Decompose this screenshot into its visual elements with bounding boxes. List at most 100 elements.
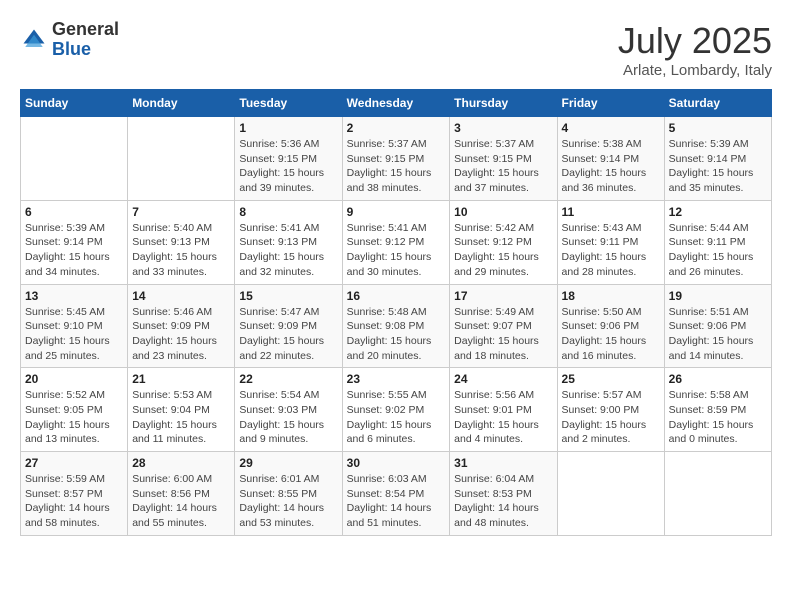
day-number: 12 xyxy=(669,205,767,219)
day-detail: Sunrise: 5:39 AM Sunset: 9:14 PM Dayligh… xyxy=(25,221,123,280)
day-detail: Sunrise: 5:42 AM Sunset: 9:12 PM Dayligh… xyxy=(454,221,552,280)
calendar-day-cell: 30 Sunrise: 6:03 AM Sunset: 8:54 PM Dayli… xyxy=(342,452,450,536)
day-number: 26 xyxy=(669,372,767,386)
calendar-day-cell: 29 Sunrise: 6:01 AM Sunset: 8:55 PM Dayli… xyxy=(235,452,342,536)
day-detail: Sunrise: 5:36 AM Sunset: 9:15 PM Dayligh… xyxy=(239,137,337,196)
day-number: 5 xyxy=(669,121,767,135)
day-number: 30 xyxy=(347,456,446,470)
calendar-day-cell: 11 Sunrise: 5:43 AM Sunset: 9:11 PM Dayli… xyxy=(557,200,664,284)
day-detail: Sunrise: 5:55 AM Sunset: 9:02 PM Dayligh… xyxy=(347,388,446,447)
day-detail: Sunrise: 5:56 AM Sunset: 9:01 PM Dayligh… xyxy=(454,388,552,447)
day-detail: Sunrise: 5:38 AM Sunset: 9:14 PM Dayligh… xyxy=(562,137,660,196)
day-detail: Sunrise: 5:57 AM Sunset: 9:00 PM Dayligh… xyxy=(562,388,660,447)
day-detail: Sunrise: 5:39 AM Sunset: 9:14 PM Dayligh… xyxy=(669,137,767,196)
day-detail: Sunrise: 5:43 AM Sunset: 9:11 PM Dayligh… xyxy=(562,221,660,280)
day-detail: Sunrise: 5:37 AM Sunset: 9:15 PM Dayligh… xyxy=(454,137,552,196)
calendar-day-cell: 5 Sunrise: 5:39 AM Sunset: 9:14 PM Daylig… xyxy=(664,117,771,201)
day-detail: Sunrise: 5:59 AM Sunset: 8:57 PM Dayligh… xyxy=(25,472,123,531)
day-number: 23 xyxy=(347,372,446,386)
calendar-day-cell: 17Sunrise: 5:49 AM Sunset: 9:07 PM Dayli… xyxy=(450,284,557,368)
calendar-day-cell xyxy=(128,117,235,201)
calendar-day-cell xyxy=(21,117,128,201)
day-number: 1 xyxy=(239,121,337,135)
day-number: 8 xyxy=(239,205,337,219)
calendar-day-cell: 24 Sunrise: 5:56 AM Sunset: 9:01 PM Dayli… xyxy=(450,368,557,452)
day-number: 4 xyxy=(562,121,660,135)
day-number: 29 xyxy=(239,456,337,470)
day-detail: Sunrise: 5:52 AM Sunset: 9:05 PM Dayligh… xyxy=(25,388,123,447)
calendar-day-cell: 16 Sunrise: 5:48 AM Sunset: 9:08 PM Dayli… xyxy=(342,284,450,368)
day-number: 25 xyxy=(562,372,660,386)
day-detail: Sunrise: 5:54 AM Sunset: 9:03 PM Dayligh… xyxy=(239,388,337,447)
calendar-day-cell: 25 Sunrise: 5:57 AM Sunset: 9:00 PM Dayli… xyxy=(557,368,664,452)
calendar-day-cell: 4 Sunrise: 5:38 AM Sunset: 9:14 PM Daylig… xyxy=(557,117,664,201)
page-header: General Blue July 2025 Arlate, Lombardy,… xyxy=(20,20,772,79)
calendar-day-cell xyxy=(664,452,771,536)
calendar-day-cell xyxy=(557,452,664,536)
day-detail: Sunrise: 6:03 AM Sunset: 8:54 PM Dayligh… xyxy=(347,472,446,531)
calendar-day-cell: 18Sunrise: 5:50 AM Sunset: 9:06 PM Dayli… xyxy=(557,284,664,368)
calendar-day-cell: 9 Sunrise: 5:41 AM Sunset: 9:12 PM Daylig… xyxy=(342,200,450,284)
day-detail: Sunrise: 6:01 AM Sunset: 8:55 PM Dayligh… xyxy=(239,472,337,531)
day-detail: Sunrise: 5:46 AM Sunset: 9:09 PM Dayligh… xyxy=(132,305,230,364)
calendar-day-cell: 19Sunrise: 5:51 AM Sunset: 9:06 PM Dayli… xyxy=(664,284,771,368)
logo-text: General Blue xyxy=(52,20,119,60)
day-detail: Sunrise: 5:41 AM Sunset: 9:12 PM Dayligh… xyxy=(347,221,446,280)
day-number: 13 xyxy=(25,289,123,303)
day-detail: Sunrise: 5:41 AM Sunset: 9:13 PM Dayligh… xyxy=(239,221,337,280)
day-detail: Sunrise: 5:37 AM Sunset: 9:15 PM Dayligh… xyxy=(347,137,446,196)
day-number: 20 xyxy=(25,372,123,386)
day-number: 6 xyxy=(25,205,123,219)
day-number: 15 xyxy=(239,289,337,303)
day-number: 11 xyxy=(562,205,660,219)
weekday-header: Saturday xyxy=(664,90,771,117)
calendar-day-cell: 8 Sunrise: 5:41 AM Sunset: 9:13 PM Daylig… xyxy=(235,200,342,284)
weekday-header: Monday xyxy=(128,90,235,117)
header-row: SundayMondayTuesdayWednesdayThursdayFrid… xyxy=(21,90,772,117)
calendar-day-cell: 28Sunrise: 6:00 AM Sunset: 8:56 PM Dayli… xyxy=(128,452,235,536)
day-detail: Sunrise: 5:40 AM Sunset: 9:13 PM Dayligh… xyxy=(132,221,230,280)
logo: General Blue xyxy=(20,20,119,60)
day-detail: Sunrise: 5:48 AM Sunset: 9:08 PM Dayligh… xyxy=(347,305,446,364)
calendar-day-cell: 21 Sunrise: 5:53 AM Sunset: 9:04 PM Dayli… xyxy=(128,368,235,452)
day-number: 7 xyxy=(132,205,230,219)
day-detail: Sunrise: 5:47 AM Sunset: 9:09 PM Dayligh… xyxy=(239,305,337,364)
day-detail: Sunrise: 5:45 AM Sunset: 9:10 PM Dayligh… xyxy=(25,305,123,364)
logo-icon xyxy=(20,26,48,54)
calendar-week-row: 13 Sunrise: 5:45 AM Sunset: 9:10 PM Dayli… xyxy=(21,284,772,368)
day-number: 10 xyxy=(454,205,552,219)
calendar-week-row: 1 Sunrise: 5:36 AM Sunset: 9:15 PM Daylig… xyxy=(21,117,772,201)
weekday-header: Wednesday xyxy=(342,90,450,117)
day-detail: Sunrise: 6:00 AM Sunset: 8:56 PM Dayligh… xyxy=(132,472,230,531)
day-detail: Sunrise: 5:50 AM Sunset: 9:06 PM Dayligh… xyxy=(562,305,660,364)
day-number: 14 xyxy=(132,289,230,303)
weekday-header: Tuesday xyxy=(235,90,342,117)
calendar-table: SundayMondayTuesdayWednesdayThursdayFrid… xyxy=(20,89,772,536)
day-number: 9 xyxy=(347,205,446,219)
day-number: 16 xyxy=(347,289,446,303)
day-detail: Sunrise: 5:58 AM Sunset: 8:59 PM Dayligh… xyxy=(669,388,767,447)
calendar-day-cell: 1 Sunrise: 5:36 AM Sunset: 9:15 PM Daylig… xyxy=(235,117,342,201)
calendar-day-cell: 3 Sunrise: 5:37 AM Sunset: 9:15 PM Daylig… xyxy=(450,117,557,201)
day-number: 24 xyxy=(454,372,552,386)
day-number: 21 xyxy=(132,372,230,386)
location-subtitle: Arlate, Lombardy, Italy xyxy=(618,62,772,79)
weekday-header: Thursday xyxy=(450,90,557,117)
calendar-day-cell: 12 Sunrise: 5:44 AM Sunset: 9:11 PM Dayli… xyxy=(664,200,771,284)
calendar-day-cell: 27Sunrise: 5:59 AM Sunset: 8:57 PM Dayli… xyxy=(21,452,128,536)
calendar-day-cell: 2Sunrise: 5:37 AM Sunset: 9:15 PM Daylig… xyxy=(342,117,450,201)
calendar-week-row: 20 Sunrise: 5:52 AM Sunset: 9:05 PM Dayli… xyxy=(21,368,772,452)
calendar-day-cell: 23 Sunrise: 5:55 AM Sunset: 9:02 PM Dayli… xyxy=(342,368,450,452)
day-detail: Sunrise: 6:04 AM Sunset: 8:53 PM Dayligh… xyxy=(454,472,552,531)
calendar-day-cell: 6 Sunrise: 5:39 AM Sunset: 9:14 PM Daylig… xyxy=(21,200,128,284)
day-detail: Sunrise: 5:53 AM Sunset: 9:04 PM Dayligh… xyxy=(132,388,230,447)
calendar-day-cell: 13 Sunrise: 5:45 AM Sunset: 9:10 PM Dayli… xyxy=(21,284,128,368)
calendar-day-cell: 31Sunrise: 6:04 AM Sunset: 8:53 PM Dayli… xyxy=(450,452,557,536)
day-number: 19 xyxy=(669,289,767,303)
day-number: 3 xyxy=(454,121,552,135)
day-detail: Sunrise: 5:49 AM Sunset: 9:07 PM Dayligh… xyxy=(454,305,552,364)
month-title: July 2025 xyxy=(618,20,772,62)
calendar-week-row: 6 Sunrise: 5:39 AM Sunset: 9:14 PM Daylig… xyxy=(21,200,772,284)
logo-blue: Blue xyxy=(52,39,91,59)
day-detail: Sunrise: 5:44 AM Sunset: 9:11 PM Dayligh… xyxy=(669,221,767,280)
